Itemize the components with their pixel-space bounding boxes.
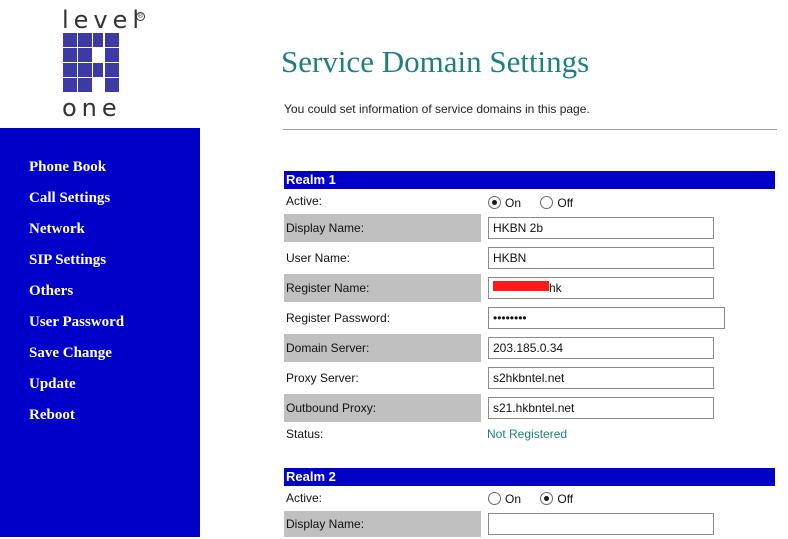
- realm2-active-row: Active: On Off: [284, 486, 775, 510]
- realm2-on-label: On: [505, 492, 522, 506]
- registered-mark: ®: [136, 12, 145, 21]
- realm1-proxy-server-label: Proxy Server:: [286, 371, 359, 385]
- sidebar-item-user-password[interactable]: User Password: [29, 314, 124, 331]
- realm1-proxy-server-row: Proxy Server: s2hkbntel.net: [284, 364, 775, 392]
- realm2-off-label: Off: [557, 492, 574, 506]
- brand-logo: level ® one: [0, 0, 200, 128]
- sidebar-item-network[interactable]: Network: [29, 221, 85, 238]
- realm1-domain-server-label: Domain Server:: [286, 341, 370, 355]
- realm1-on-label: On: [505, 196, 522, 210]
- header-divider: [283, 129, 777, 130]
- realm1-register-name-visible: hk: [549, 281, 562, 295]
- page-title: Service Domain Settings: [281, 44, 590, 79]
- realm1-domain-server-input[interactable]: 203.185.0.34: [488, 337, 714, 359]
- realm1-status-row: Status: Not Registered: [284, 422, 775, 446]
- realm1-active-off-radio[interactable]: [540, 196, 554, 209]
- realm1-display-name-input[interactable]: HKBN 2b: [488, 217, 714, 239]
- realm2-active-label: Active:: [286, 491, 323, 505]
- realm1-register-name-label: Register Name:: [286, 281, 370, 295]
- realm2-header: Realm 2: [284, 468, 775, 486]
- realm1-off-label: Off: [557, 196, 574, 210]
- realm1-user-name-row: User Name: HKBN: [284, 244, 775, 272]
- realm2-active-radio-group: On Off: [488, 492, 573, 506]
- realm2-active-on-radio[interactable]: [488, 492, 501, 505]
- realm1-proxy-server-input[interactable]: s2hkbntel.net: [488, 367, 714, 389]
- realm1-active-radio-group: On Off: [488, 196, 573, 210]
- sidebar-item-save-change[interactable]: Save Change: [29, 345, 112, 362]
- realm2-display-name-label: Display Name:: [286, 517, 365, 531]
- logo-text-top: level: [62, 6, 145, 34]
- realm1-register-name-row: Register Name: hk: [284, 274, 775, 302]
- realm1-register-password-label: Register Password:: [286, 311, 391, 325]
- realm2-active-off-radio[interactable]: [540, 492, 554, 505]
- realm1-register-password-input[interactable]: ••••••••: [488, 307, 725, 329]
- redaction-mark: [493, 281, 549, 291]
- page-description: You could set information of service dom…: [284, 102, 590, 116]
- realm1-status-label: Status:: [286, 427, 324, 441]
- logo-mark-icon: [63, 33, 133, 93]
- realm1-register-password-row: Register Password: ••••••••: [284, 304, 775, 332]
- sidebar-item-call-settings[interactable]: Call Settings: [29, 190, 110, 207]
- realm1-active-label: Active:: [286, 194, 323, 208]
- realm1-user-name-input[interactable]: HKBN: [488, 247, 714, 269]
- realm1-outbound-proxy-input[interactable]: s21.hkbntel.net: [488, 397, 714, 419]
- realm1-status-value: Not Registered: [487, 427, 568, 441]
- realm1-header: Realm 1: [284, 171, 775, 189]
- realm1-active-row: Active: On Off: [284, 189, 775, 217]
- sidebar-item-reboot[interactable]: Reboot: [29, 407, 75, 424]
- realm2-display-name-input[interactable]: [488, 513, 714, 535]
- realm1-active-on-radio[interactable]: [488, 196, 501, 209]
- sidebar-item-phone-book[interactable]: Phone Book: [29, 159, 106, 176]
- realm1-display-name-label: Display Name:: [286, 221, 365, 235]
- realm1-outbound-proxy-row: Outbound Proxy: s21.hkbntel.net: [284, 394, 775, 422]
- realm1-user-name-label: User Name:: [286, 251, 351, 265]
- realm1-domain-server-row: Domain Server: 203.185.0.34: [284, 334, 775, 362]
- realm1-outbound-proxy-label: Outbound Proxy:: [286, 401, 377, 415]
- sidebar-item-others[interactable]: Others: [29, 283, 73, 300]
- sidebar-item-update[interactable]: Update: [29, 376, 76, 393]
- realm1-display-name-row: Display Name: HKBN 2b: [284, 214, 775, 242]
- sidebar-item-sip-settings[interactable]: SIP Settings: [29, 252, 106, 269]
- sidebar: Phone Book Call Settings Network SIP Set…: [0, 128, 200, 537]
- logo-text-bottom: one: [62, 94, 122, 122]
- realm1-register-name-input[interactable]: hk: [488, 277, 714, 299]
- realm2-display-name-row: Display Name:: [284, 511, 775, 537]
